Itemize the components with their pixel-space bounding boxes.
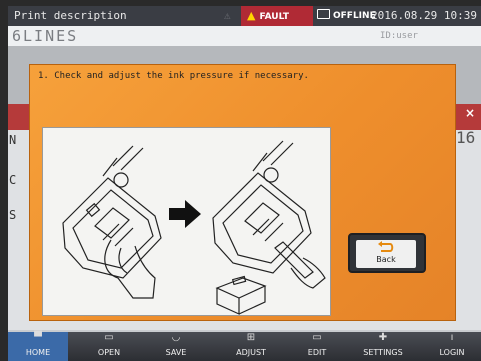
fault-indicator[interactable]: ▲ FAULT	[241, 6, 313, 26]
ink-pressure-illustration	[42, 127, 331, 316]
back-label: Back	[376, 255, 396, 264]
instruction-text: 1. Check and adjust the ink pressure if …	[38, 71, 309, 81]
nav-home[interactable]: ▀ HOME	[8, 332, 68, 361]
nav-label: ADJUST	[236, 348, 266, 357]
back-button-face: Back	[356, 240, 416, 268]
login-icon: ı	[450, 332, 454, 343]
nav-open[interactable]: ▭ OPEN	[83, 332, 135, 361]
date-time: 2016.08.29 10:39	[371, 9, 477, 22]
print-description-dialog: 1. Check and adjust the ink pressure if …	[29, 64, 456, 321]
save-icon: ◡	[171, 332, 181, 343]
background-letter: S	[9, 208, 17, 222]
nav-label: OPEN	[97, 348, 121, 357]
nav-label: SAVE	[165, 348, 187, 357]
nav-label: LOGIN	[439, 348, 465, 357]
nav-login[interactable]: ı LOGIN	[426, 332, 478, 361]
touch-screen: Print description ⚠ ▲ FAULT OFFLINE 2016.…	[8, 6, 481, 361]
nav-edit[interactable]: ▭ EDIT	[291, 332, 343, 361]
back-arrow-icon	[378, 241, 394, 252]
background-letter: N	[9, 133, 17, 147]
back-button[interactable]: Back	[348, 233, 426, 273]
background-letter: C	[9, 173, 17, 187]
printhead-diagram	[62, 140, 326, 315]
nav-save[interactable]: ◡ SAVE	[150, 332, 202, 361]
status-bar: Print description ⚠ ▲ FAULT OFFLINE 2016.…	[8, 6, 481, 26]
message-name-bar: 6LINES ID:user	[8, 26, 481, 46]
adjust-icon: ⊞	[246, 332, 256, 343]
warning-icon: ⚠	[224, 9, 231, 22]
nav-settings[interactable]: ✚ SETTINGS	[352, 332, 414, 361]
nav-label: SETTINGS	[363, 348, 403, 357]
screen-title: Print description	[14, 9, 127, 22]
fault-warning-icon: ▲	[247, 9, 256, 22]
bottom-navigation: ▀ HOME ▭ OPEN ◡ SAVE ⊞ ADJUST ▭ EDIT ✚ S…	[8, 332, 481, 361]
user-id: ID:user	[380, 31, 418, 41]
message-name: 6LINES	[12, 27, 79, 45]
close-icon[interactable]: ×	[465, 106, 475, 120]
home-icon: ▀	[34, 332, 42, 343]
open-icon: ▭	[104, 332, 114, 343]
offline-indicator: OFFLINE	[317, 9, 376, 21]
offline-label: OFFLINE	[333, 11, 376, 21]
nav-adjust[interactable]: ⊞ ADJUST	[220, 332, 282, 361]
edit-icon: ▭	[312, 332, 322, 343]
settings-icon: ✚	[378, 332, 388, 343]
fault-label: FAULT	[259, 12, 289, 22]
monitor-icon	[317, 9, 330, 19]
background-number: 16	[456, 128, 476, 147]
nav-label: EDIT	[307, 348, 327, 357]
nav-label: HOME	[25, 348, 51, 357]
